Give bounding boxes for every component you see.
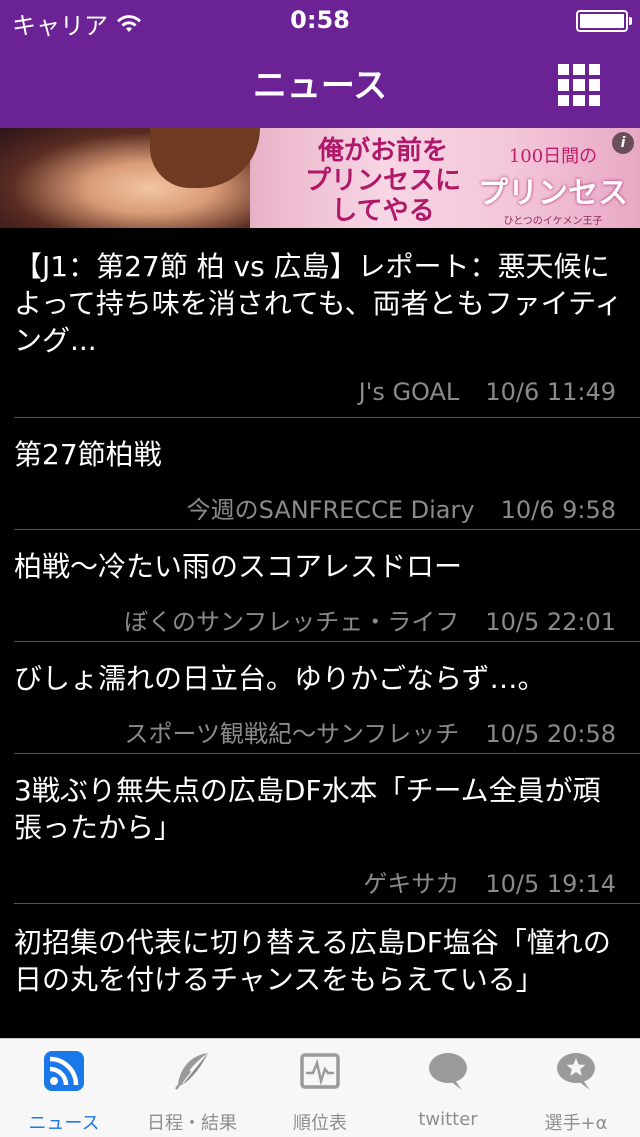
news-date: 10/5 22:01 xyxy=(485,608,616,636)
star-bubble-icon xyxy=(557,1053,595,1090)
news-source: ゲキサカ xyxy=(363,870,460,898)
battery-icon xyxy=(576,10,632,32)
news-meta: J's GOAL 10/6 11:49 xyxy=(359,378,616,406)
news-title: 【J1：第27節 柏 vs 広島】レポート：悪天候によって持ち味を消されても、両… xyxy=(14,250,623,357)
tab-standings[interactable]: 順位表 xyxy=(256,1039,384,1137)
tab-twitter[interactable]: twitter xyxy=(384,1039,512,1137)
news-source: スポーツ観戦紀〜サンフレッチ xyxy=(124,720,460,748)
tab-label: 日程・結果 xyxy=(147,1113,237,1134)
navigation-bar: キャリア 0:58 ニュース xyxy=(0,0,640,128)
rss-icon xyxy=(44,1051,84,1091)
news-title: 初招集の代表に切り替える広島DF塩谷「憧れの日の丸を付けるチャンスをもらえている… xyxy=(14,926,611,996)
news-title: 3戦ぶり無失点の広島DF水本「チーム全員が頑張ったから」 xyxy=(14,774,601,844)
news-date: 10/5 19:14 xyxy=(485,870,616,898)
news-list: 【J1：第27節 柏 vs 広島】レポート：悪天候によって持ち味を消されても、両… xyxy=(0,228,640,1038)
tab-bar: ニュース 日程・結果 順位表 twitter 選手+α xyxy=(0,1038,640,1137)
news-title: びしょ濡れの日立台。ゆりかごならず…。 xyxy=(14,662,546,695)
news-item[interactable]: 第27節柏戦 今週のSANFRECCE Diary 10/6 9:58 xyxy=(0,418,640,530)
tab-label: 選手+α xyxy=(544,1113,608,1134)
speech-bubble-icon xyxy=(429,1053,467,1090)
news-date: 10/5 20:58 xyxy=(485,720,616,748)
ad-info-icon[interactable]: i xyxy=(612,132,634,154)
grid-menu-button[interactable] xyxy=(558,64,600,106)
tab-news[interactable]: ニュース xyxy=(0,1039,128,1137)
tab-label: twitter xyxy=(418,1109,478,1130)
news-meta: スポーツ観戦紀〜サンフレッチ 10/5 20:58 xyxy=(125,714,617,749)
tab-schedule[interactable]: 日程・結果 xyxy=(128,1039,256,1137)
news-item[interactable]: びしょ濡れの日立台。ゆりかごならず…。 スポーツ観戦紀〜サンフレッチ 10/5 2… xyxy=(0,642,640,754)
news-item[interactable]: 柏戦〜冷たい雨のスコアレスドロー ぼくのサンフレッチェ・ライフ 10/5 22:0… xyxy=(0,530,640,642)
news-source: J's GOAL xyxy=(358,378,460,406)
grid-icon xyxy=(558,64,570,76)
news-title: 第27節柏戦 xyxy=(14,438,162,471)
news-date: 10/6 11:49 xyxy=(485,378,616,406)
news-item[interactable]: 初招集の代表に切り替える広島DF塩谷「憧れの日の丸を付けるチャンスをもらえている… xyxy=(0,904,640,1038)
news-item[interactable]: 3戦ぶり無失点の広島DF水本「チーム全員が頑張ったから」 ゲキサカ 10/5 19… xyxy=(0,754,640,904)
chart-icon xyxy=(300,1053,340,1089)
news-item[interactable]: 【J1：第27節 柏 vs 広島】レポート：悪天候によって持ち味を消されても、両… xyxy=(0,228,640,418)
status-bar: キャリア 0:58 xyxy=(0,0,640,40)
tab-label: ニュース xyxy=(28,1113,100,1134)
clock: 0:58 xyxy=(290,6,350,34)
tab-label: 順位表 xyxy=(293,1113,347,1134)
news-source: 今週のSANFRECCE Diary xyxy=(186,496,475,524)
news-meta: 今週のSANFRECCE Diary 10/6 9:58 xyxy=(187,490,616,525)
ad-copy: 俺がお前を プリンセスに してやる xyxy=(304,136,461,226)
ad-logo: 100日間の プリンセス ひとつのイケメン王子 xyxy=(478,146,628,227)
feather-icon xyxy=(175,1053,208,1090)
news-meta: ぼくのサンフレッチェ・ライフ 10/5 22:01 xyxy=(124,602,616,637)
news-title: 柏戦〜冷たい雨のスコアレスドロー xyxy=(14,550,463,583)
ad-banner[interactable]: 俺がお前を プリンセスに してやる 100日間の プリンセス ひとつのイケメン王… xyxy=(0,128,640,228)
news-meta: ゲキサカ 10/5 19:14 xyxy=(363,864,616,899)
news-date: 10/6 9:58 xyxy=(500,496,616,524)
tab-players[interactable]: 選手+α xyxy=(512,1039,640,1137)
news-source: ぼくのサンフレッチェ・ライフ xyxy=(124,608,460,636)
page-title: ニュース xyxy=(252,66,388,106)
